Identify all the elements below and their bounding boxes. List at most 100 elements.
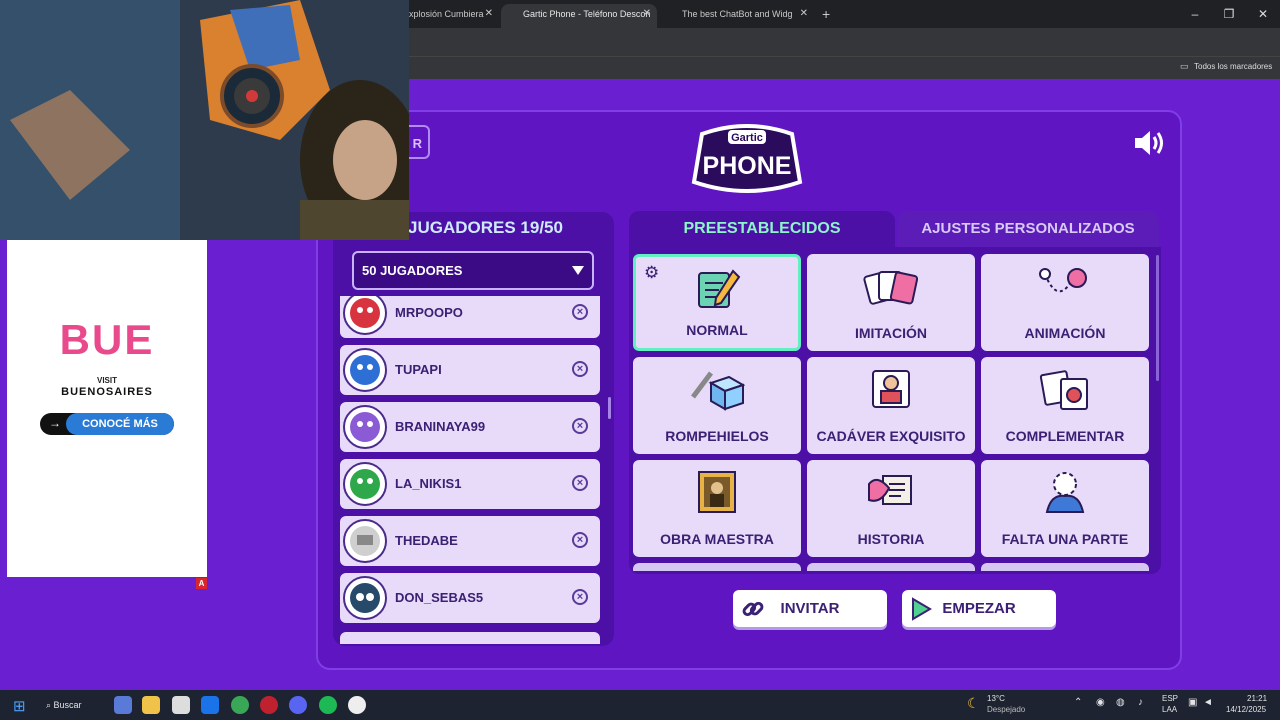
folder-icon: ▭ [1180,61,1189,71]
weather-desc[interactable]: Despejado [987,705,1025,714]
preset-card-obra-maestra[interactable]: OBRA MAESTRA [633,460,801,557]
ad-cta-label: CONOCÉ MÁS [66,413,174,435]
players-title: JUGADORES 19/50 [408,218,563,237]
spotify-icon[interactable] [319,696,337,714]
invite-button[interactable]: INVITAR [733,590,887,627]
discord-icon[interactable] [289,696,307,714]
kick-player-button[interactable]: × [572,361,588,377]
pencil-notepad-icon [698,269,741,308]
chevron-up-icon[interactable]: ⌃ [1074,697,1082,708]
arrow-right-icon: → [49,416,61,430]
monitor-icon[interactable]: ▣ [1188,697,1197,708]
ad-choices-badge[interactable]: A [196,578,207,589]
mail-icon[interactable] [201,696,219,714]
list-item: MRPOOPO × [340,296,600,338]
clock-time[interactable]: 21:21 [1247,694,1267,703]
player-name: LA_NIKIS1 [395,476,462,491]
kick-player-button[interactable]: × [572,418,588,434]
avatar [343,296,387,335]
chrome-icon[interactable] [231,696,249,714]
logo-bottom-text: PHONE [703,152,792,180]
steam-tray-icon[interactable]: ◍ [1116,697,1125,708]
gear-icon[interactable]: ⚙ [644,263,659,283]
preset-label: NORMAL [686,322,748,338]
preset-card-partial [807,563,975,571]
tab-custom-settings[interactable]: AJUSTES PERSONALIZADOS [897,211,1159,247]
taskbar-search-label: Buscar [53,700,82,710]
preset-card-animacion[interactable]: ANIMACIÓN [981,254,1149,351]
preset-card-partial [633,563,801,571]
list-item [340,632,600,644]
close-icon[interactable]: ✕ [485,4,493,24]
bookmarks-all[interactable]: Todos los marcadores [1194,62,1272,71]
player-name: TUPAPI [395,362,442,377]
scroll-icon [868,475,912,505]
discord-tray-icon[interactable]: ◉ [1096,697,1105,708]
opera-icon[interactable] [260,696,278,714]
invite-label: INVITAR [780,600,840,617]
language-layout[interactable]: LAA [1162,705,1177,714]
players-limit-select[interactable]: 50 JUGADORES [352,251,594,290]
player-list[interactable]: MRPOOPO × TUPAPI × BRANINAYA99 × LA_NIKI… [340,296,602,644]
obs-icon[interactable] [348,696,366,714]
preset-card-historia[interactable]: HISTORIA [807,460,975,557]
taskbar-app-icon[interactable] [114,696,132,714]
puzzle-icon [1039,370,1088,410]
ad-brand: BUE [59,316,155,363]
new-tab-button[interactable]: + [822,4,838,28]
close-icon[interactable]: ✕ [800,4,808,24]
kick-player-button[interactable]: × [572,532,588,548]
file-explorer-icon[interactable] [142,696,160,714]
player-name: BRANINAYA99 [395,419,486,434]
exquisite-corpse-icon [872,370,910,408]
windows-start-icon[interactable]: ⊞ [13,697,26,715]
preset-card-complementar[interactable]: COMPLEMENTAR [981,357,1149,454]
clock-date[interactable]: 14/12/2025 [1226,705,1266,714]
close-icon[interactable]: ✕ [643,4,651,24]
preset-card-imitacion[interactable]: IMITACIÓN [807,254,975,351]
preset-card-normal[interactable]: ⚙ NORMAL [633,254,801,351]
tab-chatbot[interactable]: The best ChatBot and Widg ✕ [664,4,814,28]
taskbar-search[interactable]: ⌕ Buscar [46,694,100,716]
cards-icon [863,271,919,305]
kick-player-button[interactable]: × [572,589,588,605]
ad-cta-button[interactable]: → CONOCÉ MÁS [40,413,174,435]
preset-label: IMITACIÓN [854,325,928,341]
tab-title: The best ChatBot and Widg [682,9,793,19]
ice-cube-icon [691,371,745,411]
search-icon: ⌕ [46,700,54,710]
tab-explosion[interactable]: xplosión Cumbiera ✕ [409,4,499,28]
preset-card-falta-una-parte[interactable]: FALTA UNA PARTE [981,460,1149,557]
store-icon[interactable] [172,696,190,714]
sound-icon[interactable] [1132,128,1166,158]
close-window-button[interactable]: ✕ [1246,0,1280,28]
kick-player-button[interactable]: × [572,475,588,491]
maximize-button[interactable]: ❐ [1212,0,1246,28]
list-item: TUPAPI × [340,345,600,395]
missing-part-icon [1045,472,1085,513]
ad-banner[interactable]: BUE VISIT BUENOSAIRES → CONOCÉ MÁS [7,240,207,577]
window-controls: – ❐ ✕ [1178,0,1280,28]
gartic-phone-logo: Gartic PHONE [688,124,806,196]
settings-tabs: PREESTABLECIDOS AJUSTES PERSONALIZADOS [629,211,1159,247]
preset-card-cadaver[interactable]: CADÁVER EXQUISITO [807,357,975,454]
presets-scrollbar[interactable] [1156,255,1159,381]
start-button[interactable]: EMPEZAR [902,590,1056,627]
moon-icon: ☾ [967,695,980,711]
avatar [343,519,387,563]
tab-presets[interactable]: PREESTABLECIDOS [629,211,895,247]
player-list-scrollbar[interactable] [608,397,611,419]
volume-icon[interactable]: ◄ [1203,697,1213,708]
preset-card-rompehielos[interactable]: ROMPEHIELOS [633,357,801,454]
kick-player-button[interactable]: × [572,304,588,320]
preset-label: ROMPEHIELOS [665,428,769,444]
microphone-icon[interactable]: ♪ [1138,697,1143,708]
avatar [343,462,387,506]
preset-label: COMPLEMENTAR [1005,428,1125,444]
minimize-button[interactable]: – [1178,0,1212,28]
weather-temp[interactable]: 13°C [987,694,1005,703]
language-code[interactable]: ESP [1162,694,1178,703]
list-item: BRANINAYA99 × [340,402,600,452]
tab-gartic[interactable]: Gartic Phone - Teléfono Descon ✕ [501,4,657,28]
player-name: MRPOOPO [395,305,463,320]
